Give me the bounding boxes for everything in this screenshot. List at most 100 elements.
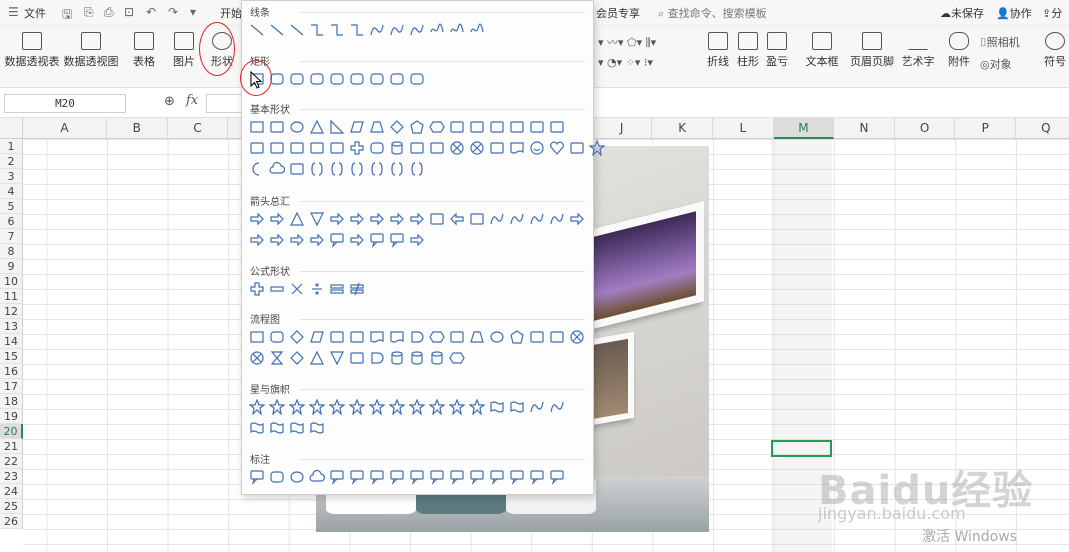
- shape-hexagon-icon[interactable]: [427, 117, 447, 137]
- row-header-4[interactable]: 4: [0, 184, 23, 199]
- shape-ribbon-up-icon[interactable]: [487, 397, 507, 417]
- column-header-k[interactable]: K: [652, 118, 713, 139]
- shape-round-callout-icon[interactable]: [267, 467, 287, 487]
- shape-star12-icon[interactable]: [407, 397, 427, 417]
- row-header-26[interactable]: 26: [0, 514, 23, 529]
- shape-document-icon[interactable]: [367, 327, 387, 347]
- symbol-button[interactable]: 符号: [1042, 32, 1068, 69]
- shape-teardrop-icon[interactable]: [247, 138, 267, 158]
- shape-notequal-icon[interactable]: [347, 279, 367, 299]
- row-header-21[interactable]: 21: [0, 439, 23, 454]
- column-header-c[interactable]: C: [167, 118, 229, 139]
- name-box[interactable]: M20: [4, 94, 126, 113]
- shape-delay-icon[interactable]: [367, 348, 387, 368]
- shape-round-diag-icon[interactable]: [387, 69, 407, 89]
- column-header-q[interactable]: Q: [1016, 118, 1069, 139]
- hamburger-icon[interactable]: ☰: [8, 5, 19, 19]
- shape-extract-icon[interactable]: [307, 348, 327, 368]
- shape-round2-icon[interactable]: [367, 69, 387, 89]
- shape-up-arrow-icon[interactable]: [287, 209, 307, 229]
- shape-cloud-callout-icon[interactable]: [307, 467, 327, 487]
- column-header-p[interactable]: P: [955, 118, 1016, 139]
- shape-diamond-icon[interactable]: [387, 117, 407, 137]
- search-input[interactable]: 查找命令、搜索模板: [668, 7, 767, 20]
- shape-right-callout-icon[interactable]: [307, 230, 327, 250]
- shape-summing-icon[interactable]: [567, 327, 587, 347]
- shape-elbow-icon[interactable]: [327, 20, 347, 40]
- shape-striped-right-icon[interactable]: [567, 209, 587, 229]
- shape-notched-right-icon[interactable]: [247, 230, 267, 250]
- shape-punched-tape-icon[interactable]: [547, 327, 567, 347]
- column-header-l[interactable]: L: [713, 118, 774, 139]
- shape-wave-icon[interactable]: [287, 418, 307, 438]
- shape-preparation-icon[interactable]: [427, 327, 447, 347]
- shape-octagon-icon[interactable]: [467, 117, 487, 137]
- shape-plus-icon[interactable]: [247, 279, 267, 299]
- shape-star24-icon[interactable]: [447, 397, 467, 417]
- column-header-j[interactable]: J: [591, 118, 653, 139]
- shape-border2-icon[interactable]: [467, 467, 487, 487]
- shape-circular-arrow-icon[interactable]: [407, 230, 427, 250]
- picture-button[interactable]: 图片: [168, 32, 200, 69]
- shape-leftright-callout-icon[interactable]: [347, 230, 367, 250]
- print-icon[interactable]: ⎙: [104, 5, 114, 20]
- shape-line-callout2-icon[interactable]: [347, 467, 367, 487]
- shape-trapezoid-icon[interactable]: [367, 117, 387, 137]
- object-button[interactable]: ◎对象: [980, 56, 1012, 72]
- shape-curved-left-icon[interactable]: [507, 209, 527, 229]
- winloss-sparkline-button[interactable]: 盈亏: [765, 32, 789, 69]
- row-header-9[interactable]: 9: [0, 259, 23, 274]
- shape-leftrightup-icon[interactable]: [387, 209, 407, 229]
- shape-star4-icon[interactable]: [287, 397, 307, 417]
- attachment-button[interactable]: 附件: [946, 32, 972, 69]
- column-header-b[interactable]: B: [107, 118, 168, 139]
- shape-frame-icon[interactable]: [267, 138, 287, 158]
- shape-curved-right-icon[interactable]: [487, 209, 507, 229]
- shape-bent-arrow-icon[interactable]: [407, 209, 427, 229]
- row-header-16[interactable]: 16: [0, 364, 23, 379]
- shape-magnetic-disk-icon[interactable]: [407, 348, 427, 368]
- shape-hscroll-icon[interactable]: [267, 418, 287, 438]
- column-header-a[interactable]: A: [23, 118, 107, 139]
- wordart-button[interactable]: 艺术字: [900, 32, 936, 69]
- shape-chord-icon[interactable]: [547, 117, 567, 137]
- shape-updown-arrow-icon[interactable]: [347, 209, 367, 229]
- shape-elbow-icon[interactable]: [307, 20, 327, 40]
- shape-quad-arrow-icon[interactable]: [367, 209, 387, 229]
- shape-bentup-icon[interactable]: [467, 209, 487, 229]
- shape-plus-icon[interactable]: [347, 138, 367, 158]
- shape-scribble-icon[interactable]: [447, 20, 467, 40]
- shape-halfframe-icon[interactable]: [287, 138, 307, 158]
- select-all-corner[interactable]: [0, 118, 23, 139]
- shape-equal-icon[interactable]: [327, 279, 347, 299]
- shape-curve-icon[interactable]: [407, 20, 427, 40]
- row-header-12[interactable]: 12: [0, 304, 23, 319]
- shape-quad-callout-icon[interactable]: [387, 230, 407, 250]
- shape-rtriangle-icon[interactable]: [327, 117, 347, 137]
- shape-leftbracket-icon[interactable]: [347, 159, 367, 179]
- shape-star8-icon[interactable]: [367, 397, 387, 417]
- shape-accent1-icon[interactable]: [387, 467, 407, 487]
- pivot-table-button[interactable]: 数据透视表: [4, 32, 60, 69]
- shape-star32-icon[interactable]: [467, 397, 487, 417]
- row-header-14[interactable]: 14: [0, 334, 23, 349]
- shape-cube-icon[interactable]: [407, 138, 427, 158]
- undo-icon[interactable]: ↶: [146, 5, 156, 19]
- chart-dropdown-1[interactable]: ▾ 〰▾ ⬠▾ ⫼▾: [598, 34, 656, 50]
- shape-line-callout1-icon[interactable]: [327, 467, 347, 487]
- tab-member[interactable]: 会员专享: [596, 5, 640, 21]
- line-sparkline-button[interactable]: 折线: [706, 32, 730, 69]
- row-header-11[interactable]: 11: [0, 289, 23, 304]
- column-header-o[interactable]: O: [894, 118, 956, 139]
- shape-down-arrow-icon[interactable]: [307, 209, 327, 229]
- shape-arc-icon[interactable]: [287, 159, 307, 179]
- row-header-7[interactable]: 7: [0, 229, 23, 244]
- shape-pentagon-arrow-icon[interactable]: [267, 230, 287, 250]
- row-header-13[interactable]: 13: [0, 319, 23, 334]
- row-header-20[interactable]: 20: [0, 424, 23, 439]
- shape-pie-icon[interactable]: [527, 117, 547, 137]
- shape-border1-icon[interactable]: [447, 467, 467, 487]
- shape-sun-icon[interactable]: [587, 138, 607, 158]
- shape-triangle-icon[interactable]: [307, 117, 327, 137]
- shape-bracepair-icon[interactable]: [327, 159, 347, 179]
